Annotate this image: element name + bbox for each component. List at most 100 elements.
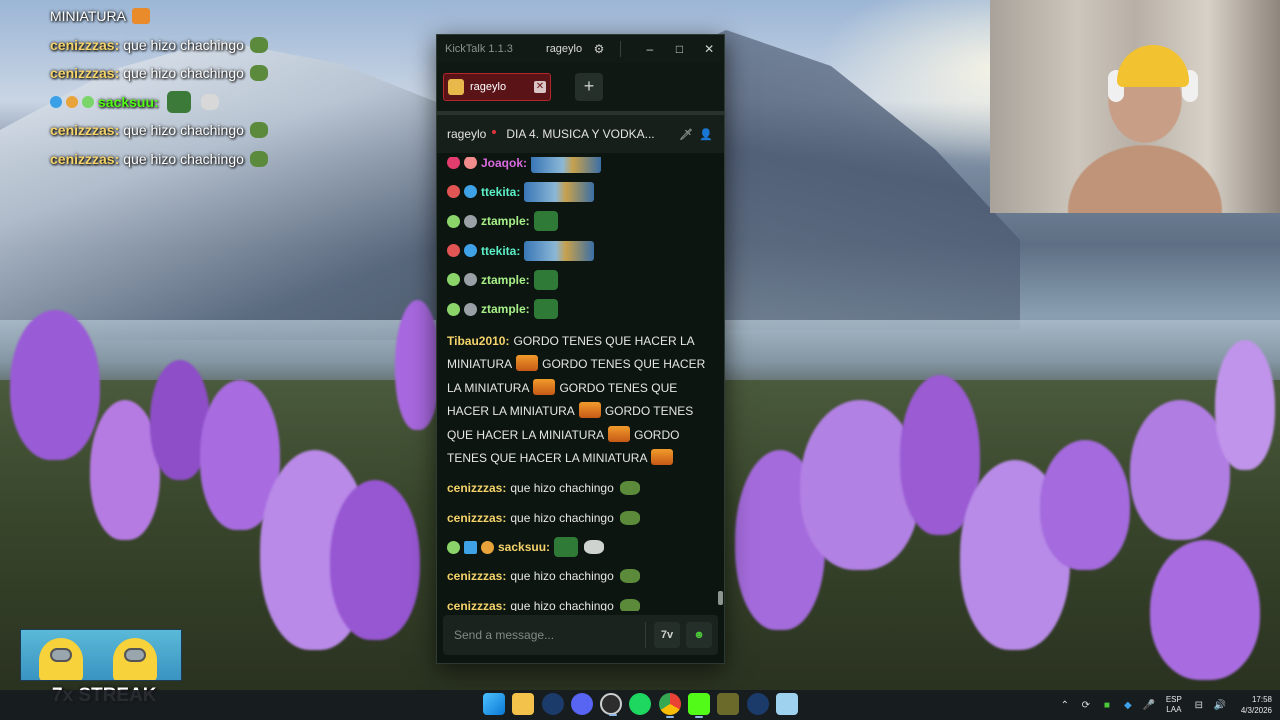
taskbar-apps (483, 693, 805, 718)
kick-emote-button[interactable]: ☻ (686, 622, 712, 648)
fire-emote-icon (608, 425, 631, 442)
gear-icon[interactable]: ⚙ (592, 42, 606, 56)
notepad-icon[interactable] (775, 693, 798, 715)
chat-username[interactable]: cenizzzas: (447, 569, 506, 583)
chat-message[interactable]: cenizzzas: que hizo chachingo (447, 591, 712, 611)
app-icon[interactable] (717, 693, 740, 715)
chat-message[interactable]: cenizzzas: que hizo chachingo (447, 503, 712, 532)
7tv-emote-button[interactable]: 7v (654, 622, 680, 648)
chrome-icon[interactable] (658, 693, 681, 718)
badge-icon (447, 302, 460, 316)
emote-icon (200, 93, 219, 110)
mod-tools-icon[interactable]: 🗡 (678, 128, 694, 141)
overlay-chat-line: sacksuu: (50, 88, 350, 117)
tab-rageylo[interactable]: rageylo ✕ (443, 73, 551, 101)
frog-emote-icon (619, 510, 640, 525)
chat-message-long[interactable]: Tibau2010: GORDO TENES QUE HACER LA MINIA… (447, 324, 712, 474)
stream-title: DIA 4. MUSICA Y VODKA... (506, 127, 655, 141)
overlay-chat-user: cenizzzas: (50, 65, 120, 82)
minimize-button[interactable]: – (635, 42, 665, 56)
chat-message[interactable]: ztample: (447, 207, 712, 236)
volume-icon[interactable]: 🔊 (1213, 700, 1227, 711)
chat-scrollbar[interactable] (718, 591, 723, 605)
kick-icon[interactable] (688, 693, 711, 718)
chat-message[interactable]: ztample: (447, 265, 712, 294)
stream-overlay-chat: MINIATURA cenizzzas: que hizo chachingo … (50, 2, 350, 173)
badge-icon (447, 157, 460, 170)
badge-icon (82, 95, 94, 108)
chat-username[interactable]: cenizzzas: (447, 511, 506, 525)
chat-username[interactable]: ttekita: (481, 185, 520, 199)
network-icon[interactable]: ⊟ (1192, 700, 1206, 711)
chevron-up-icon[interactable]: ⌃ (1058, 700, 1072, 711)
add-tab-button[interactable]: + (575, 73, 603, 101)
overlay-chat-user: cenizzzas: (50, 36, 120, 53)
channel-name[interactable]: rageylo (447, 127, 486, 141)
badge-icon (464, 157, 477, 170)
system-tray: ⌃ ⟳ ■ ◆ 🎤 ESP LAA ⊟ 🔊 17:58 4/3/2026 (1051, 690, 1272, 720)
steam-alt-icon[interactable] (746, 693, 769, 715)
message-text: que hizo chachingo (510, 569, 614, 584)
window-titlebar[interactable]: KickTalk 1.1.3 rageylo ⚙ – □ ✕ (437, 35, 724, 63)
fire-emote-icon (533, 378, 556, 395)
minion-image (39, 638, 83, 680)
chat-message[interactable]: ttekita: (447, 236, 712, 265)
chat-message-list[interactable]: Joaqok: ttekita: ztample: ttekita: ztamp… (437, 157, 724, 611)
frog-emote-icon (249, 65, 268, 82)
file-explorer-icon[interactable] (512, 693, 535, 715)
badge-icon (464, 214, 477, 228)
chat-message[interactable]: cenizzzas: que hizo chachingo (447, 562, 712, 591)
chat-tabbar: rageylo ✕ + (437, 63, 724, 115)
emote-icon (584, 540, 605, 555)
chat-username[interactable]: ttekita: (481, 244, 520, 258)
chat-username[interactable]: ztample: (481, 273, 530, 287)
microphone-icon[interactable]: 🎤 (1142, 700, 1156, 711)
chat-message[interactable]: ttekita: (447, 177, 712, 206)
chat-username[interactable]: cenizzzas: (447, 481, 506, 495)
clock[interactable]: 17:58 4/3/2026 (1241, 694, 1272, 716)
overlay-chat-text: que hizo chachingo (123, 65, 244, 82)
defender-icon[interactable]: ◆ (1121, 700, 1135, 711)
tray-app-icon[interactable]: ■ (1100, 700, 1114, 711)
discord-icon[interactable] (570, 693, 593, 715)
badge-icon (447, 185, 460, 199)
frog-emote-icon (619, 569, 640, 584)
chat-message[interactable]: cenizzzas: que hizo chachingo (447, 474, 712, 503)
chat-message[interactable]: ztample: (447, 294, 712, 323)
frog-emote-icon (249, 150, 268, 167)
chat-message[interactable]: sacksuu: (447, 532, 712, 561)
spotify-icon[interactable] (629, 693, 652, 715)
webcam-feed (990, 0, 1280, 213)
fire-emote-icon (516, 355, 539, 372)
windows-start-icon[interactable] (483, 693, 505, 715)
obs-icon[interactable] (600, 693, 623, 716)
chat-message[interactable]: Joaqok: (447, 157, 712, 177)
language-indicator[interactable]: ESP LAA (1166, 695, 1182, 715)
maximize-button[interactable]: □ (665, 42, 695, 56)
input-divider (645, 622, 646, 648)
chat-username[interactable]: cenizzzas: (447, 599, 506, 611)
frog-emote-icon (619, 598, 640, 611)
sync-icon[interactable]: ⟳ (1079, 700, 1093, 711)
chat-username[interactable]: Joaqok: (481, 157, 527, 170)
account-name[interactable]: rageylo (546, 43, 582, 55)
chat-username[interactable]: ztample: (481, 302, 530, 316)
message-text: que hizo chachingo (510, 481, 614, 496)
clock-date: 4/3/2026 (1240, 706, 1272, 715)
badge-icon (464, 540, 477, 554)
chat-username[interactable]: ztample: (481, 214, 530, 228)
windows-taskbar: ⌃ ⟳ ■ ◆ 🎤 ESP LAA ⊟ 🔊 17:58 4/3/2026 (0, 690, 1280, 720)
message-input[interactable] (454, 628, 645, 642)
steam-icon[interactable] (541, 693, 564, 715)
close-window-button[interactable]: ✕ (694, 42, 724, 56)
chat-username[interactable]: sacksuu: (498, 540, 550, 554)
user-icon[interactable]: 👤 (698, 128, 714, 141)
close-tab-icon[interactable]: ✕ (534, 81, 546, 93)
chat-username[interactable]: Tibau2010: (447, 334, 509, 348)
emote-icon (533, 299, 558, 320)
fire-emote-icon (651, 449, 674, 466)
message-input-bar: 7v ☻ (443, 615, 718, 655)
badge-icon (447, 214, 460, 228)
pepe-emote-icon (166, 90, 191, 113)
overlay-chat-text: que hizo chachingo (123, 150, 244, 167)
